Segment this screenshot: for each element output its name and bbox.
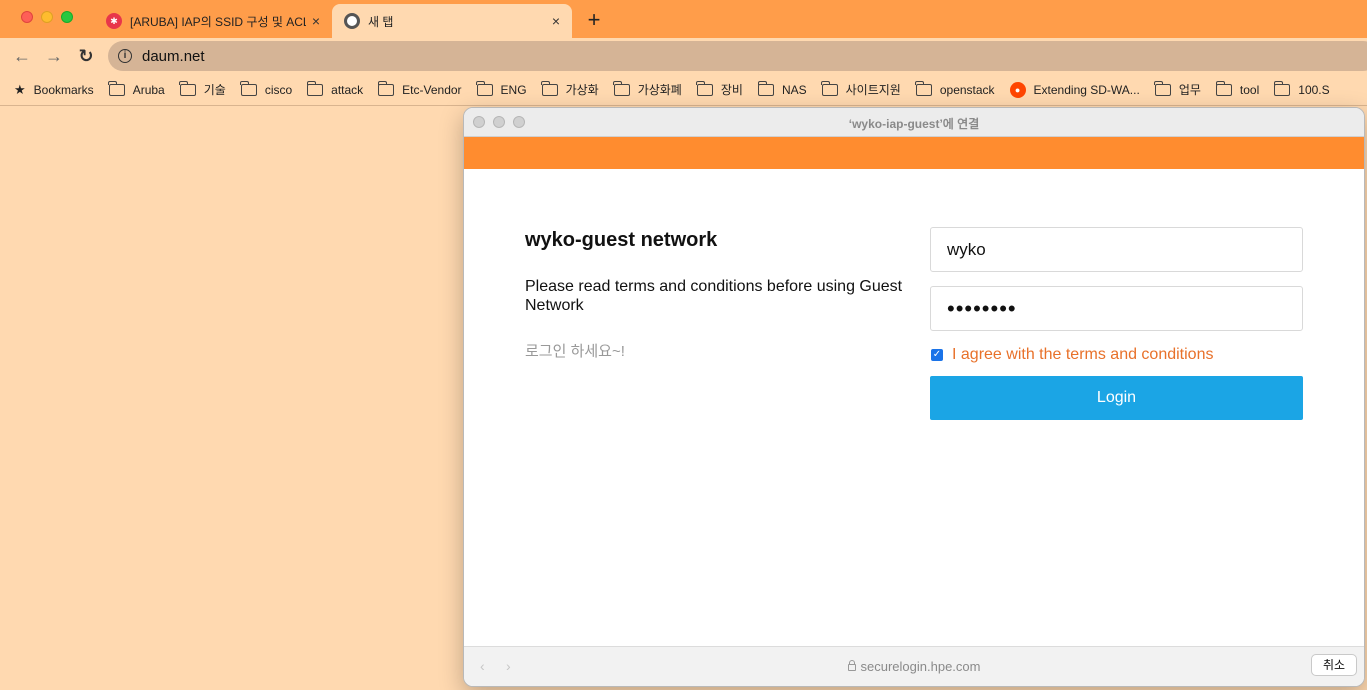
folder-icon bbox=[1154, 80, 1171, 96]
window-zoom-button[interactable] bbox=[61, 11, 73, 23]
chrome-favicon-icon bbox=[344, 13, 360, 29]
bookmarks-menu[interactable]: ★ Bookmarks bbox=[14, 82, 94, 98]
bookmark-label: openstack bbox=[939, 82, 995, 97]
bookmark-folder[interactable]: 장비 bbox=[696, 80, 743, 98]
portal-banner bbox=[464, 137, 1364, 169]
tab-close-icon[interactable]: × bbox=[306, 13, 326, 29]
folder-icon bbox=[1273, 80, 1291, 96]
folder-icon bbox=[696, 80, 713, 96]
bookmark-label: Aruba bbox=[132, 82, 165, 97]
bookmark-label: tool bbox=[1239, 82, 1260, 97]
bookmark-folder[interactable]: NAS bbox=[757, 80, 807, 97]
agree-terms-label[interactable]: I agree with the terms and conditions bbox=[952, 346, 1213, 364]
agree-terms-checkbox[interactable]: ✓ bbox=[931, 349, 943, 361]
folder-icon bbox=[306, 80, 324, 96]
folder-icon bbox=[613, 80, 630, 96]
bookmark-label: 기술 bbox=[203, 83, 226, 97]
bookmark-folder[interactable]: tool bbox=[1215, 80, 1260, 97]
tab-new-tab[interactable]: 새 탭 × bbox=[332, 4, 572, 38]
bookmarks-bar: ★ Bookmarks Aruba 기술 cisco attack Etc-Ven… bbox=[0, 74, 1367, 106]
bookmark-link[interactable]: ● Extending SD-WA... bbox=[1009, 81, 1140, 98]
lock-icon bbox=[847, 660, 856, 671]
browser-toolbar: ← → ↻ i daum.net bbox=[0, 38, 1367, 74]
reload-icon[interactable]: ↻ bbox=[74, 44, 98, 68]
bookmark-label: ENG bbox=[500, 82, 527, 97]
portal-content: wyko-guest network Please read terms and… bbox=[464, 169, 1364, 649]
username-field[interactable] bbox=[930, 227, 1303, 272]
forward-arrow-icon[interactable]: → bbox=[42, 44, 66, 68]
password-field[interactable] bbox=[930, 286, 1303, 331]
folder-icon bbox=[179, 80, 196, 96]
bookmark-label: Etc-Vendor bbox=[402, 82, 462, 97]
bookmark-folder[interactable]: 사이트지원 bbox=[821, 80, 901, 98]
bookmark-folder[interactable]: cisco bbox=[240, 80, 293, 97]
address-bar[interactable]: i daum.net bbox=[108, 41, 1367, 71]
tab-aruba-iap[interactable]: ✱ [ARUBA] IAP의 SSID 구성 및 ACL × bbox=[96, 4, 332, 38]
bookmark-label: Extending SD-WA... bbox=[1033, 82, 1140, 97]
bookmark-label: NAS bbox=[781, 82, 807, 97]
folder-icon bbox=[240, 80, 257, 96]
folder-icon bbox=[476, 80, 493, 96]
reddit-icon: ● bbox=[1009, 81, 1026, 98]
terms-notice: Please read terms and conditions before … bbox=[525, 278, 903, 314]
cancel-button[interactable]: 취소 bbox=[1311, 654, 1357, 676]
back-arrow-icon[interactable]: ← bbox=[10, 44, 34, 68]
site-info-icon[interactable]: i bbox=[118, 49, 132, 63]
folder-icon bbox=[821, 80, 838, 96]
bookmark-label: Bookmarks bbox=[33, 82, 94, 97]
bookmark-label: 업무 bbox=[1178, 83, 1201, 97]
portal-heading: wyko-guest network bbox=[525, 229, 718, 251]
bookmark-folder[interactable]: 가상화폐 bbox=[613, 80, 682, 98]
folder-icon bbox=[377, 80, 395, 96]
bookmark-folder[interactable]: 기술 bbox=[179, 80, 226, 98]
portal-host-text: securelogin.hpe.com bbox=[860, 659, 981, 674]
bookmark-label: 장비 bbox=[720, 83, 743, 97]
window-minimize-button[interactable] bbox=[41, 11, 53, 23]
star-icon: ★ bbox=[14, 81, 26, 97]
bookmark-label: 가상화 bbox=[565, 83, 599, 97]
agree-terms-row[interactable]: ✓ I agree with the terms and conditions bbox=[930, 346, 1213, 364]
bookmark-label: 가상화폐 bbox=[637, 83, 682, 97]
bookmark-folder[interactable]: 100.S bbox=[1273, 80, 1330, 97]
folder-icon bbox=[757, 80, 774, 96]
bookmark-label: attack bbox=[331, 82, 364, 97]
bookmark-label: 100.S bbox=[1298, 82, 1330, 97]
bookmark-folder[interactable]: Etc-Vendor bbox=[377, 80, 462, 97]
bookmark-folder[interactable]: 업무 bbox=[1154, 80, 1201, 98]
login-prompt-note: 로그인 하세요~! bbox=[525, 343, 625, 360]
folder-icon bbox=[108, 80, 125, 96]
portal-footer: ‹ › securelogin.hpe.com 취소 bbox=[464, 646, 1364, 686]
url-text[interactable]: daum.net bbox=[142, 48, 205, 65]
bookmark-folder[interactable]: ENG bbox=[476, 80, 527, 97]
portal-window-title: ‘wyko-iap-guest’에 연결 bbox=[848, 117, 980, 131]
bookmark-folder[interactable]: attack bbox=[306, 80, 364, 97]
tab-strip: ✱ [ARUBA] IAP의 SSID 구성 및 ACL × 새 탭 × + bbox=[0, 0, 1367, 38]
folder-icon bbox=[541, 80, 558, 96]
folder-icon bbox=[915, 80, 932, 96]
tab-title: 새 탭 bbox=[368, 14, 394, 29]
bookmark-folder[interactable]: openstack bbox=[915, 80, 995, 97]
bookmark-label: cisco bbox=[264, 82, 293, 97]
folder-icon bbox=[1215, 80, 1232, 96]
login-button[interactable]: Login bbox=[930, 376, 1303, 420]
new-tab-button[interactable]: + bbox=[582, 6, 606, 34]
captive-portal-window: ‘wyko-iap-guest’에 연결 wyko-guest network … bbox=[463, 107, 1365, 687]
portal-titlebar: ‘wyko-iap-guest’에 연결 bbox=[464, 108, 1364, 137]
bookmark-folder[interactable]: Aruba bbox=[108, 80, 165, 97]
tab-title: [ARUBA] IAP의 SSID 구성 및 ACL bbox=[130, 14, 306, 29]
tab-close-icon[interactable]: × bbox=[546, 13, 566, 29]
bookmark-label: 사이트지원 bbox=[845, 83, 901, 97]
portal-host: securelogin.hpe.com bbox=[464, 659, 1364, 674]
bookmark-folder[interactable]: 가상화 bbox=[541, 80, 599, 98]
window-close-button[interactable] bbox=[21, 11, 33, 23]
aruba-favicon-icon: ✱ bbox=[106, 13, 122, 29]
